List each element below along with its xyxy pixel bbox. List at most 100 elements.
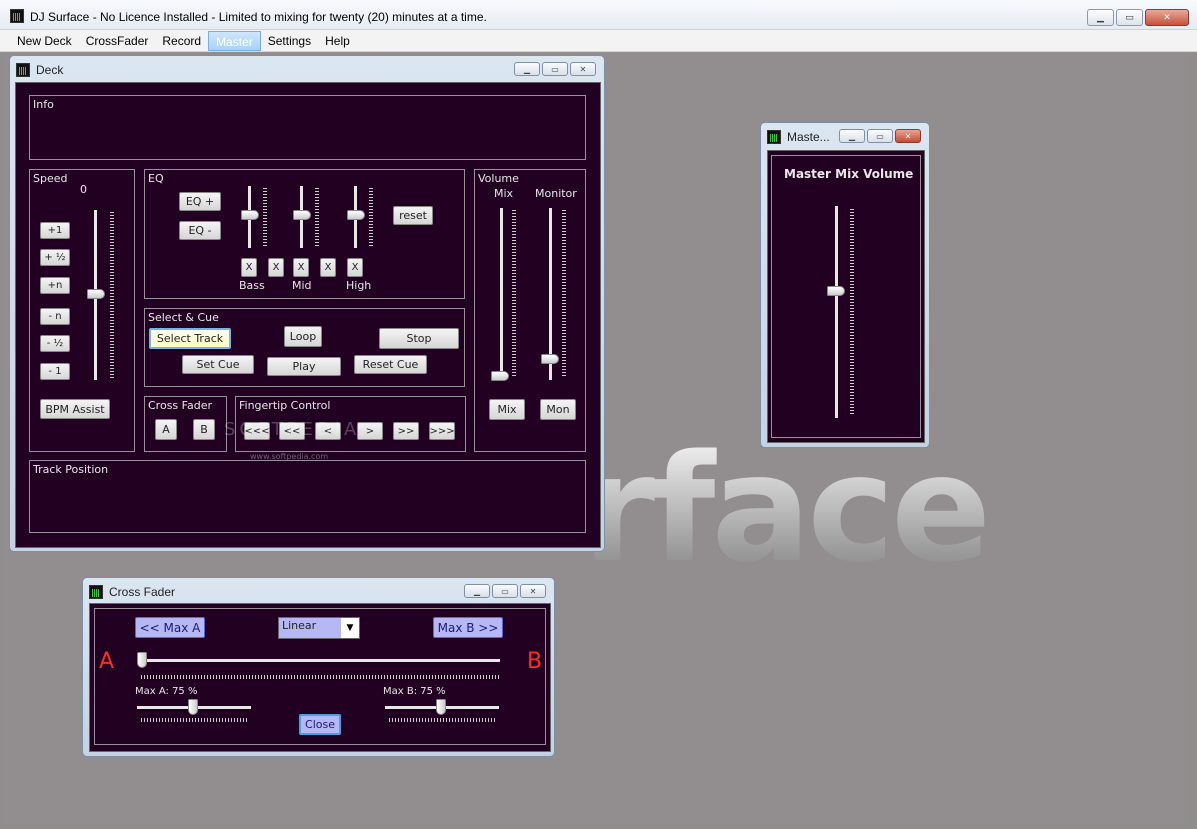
menu-help[interactable]: Help <box>318 31 357 51</box>
speed-minus-1-button[interactable]: - 1 <box>40 363 70 380</box>
fingertip-forward-fast-button[interactable]: >>> <box>429 422 455 440</box>
speed-slider-thumb[interactable] <box>87 289 105 299</box>
deck-app-icon <box>16 63 30 77</box>
max-b-slider-ticks <box>389 718 497 722</box>
crossfader-slider-ticks <box>141 675 499 679</box>
eq-bass-slider-thumb[interactable] <box>241 210 259 220</box>
speed-minus-n-button[interactable]: - n <box>40 308 70 325</box>
maximize-button[interactable]: ▭ <box>1116 9 1143 26</box>
select-cue-panel: Select & Cue Select Track Loop Stop Set … <box>144 308 465 387</box>
crossfader-slider-track[interactable] <box>137 659 500 662</box>
mix-volume-slider-thumb[interactable] <box>491 371 509 381</box>
deck-minimize-button[interactable]: ▁ <box>514 62 540 76</box>
master-title-text: Maste... <box>787 130 830 144</box>
fingertip-forward-slow-button[interactable]: > <box>357 422 383 440</box>
crossfader-body: << Max A Linear ▼ Max B >> A B Max A: 75… <box>89 603 551 752</box>
master-mix-volume-heading: Master Mix Volume <box>784 167 914 181</box>
info-label: Info <box>33 98 54 111</box>
eq-mid-label: Mid <box>292 279 312 292</box>
crossfader-close-button[interactable]: Close <box>299 714 341 735</box>
crossfader-letter-a: A <box>99 649 115 674</box>
speed-minus-half-button[interactable]: - ½ <box>40 335 70 352</box>
deck-close-button[interactable]: ✕ <box>570 62 596 76</box>
eq-mid-kill-button[interactable]: X <box>293 258 309 277</box>
background-logo: rface <box>582 423 991 595</box>
deck-maximize-button[interactable]: ▭ <box>542 62 568 76</box>
set-cue-button[interactable]: Set Cue <box>182 355 254 374</box>
eq-mid-slider-thumb[interactable] <box>293 210 311 220</box>
crossfader-close-window-button[interactable]: ✕ <box>520 584 546 598</box>
master-panel: Master Mix Volume <box>771 155 921 438</box>
minimize-button[interactable]: ▁ <box>1087 9 1114 26</box>
eq-high-label: High <box>346 279 372 292</box>
deck-crossfader-label: Cross Fader <box>148 399 212 412</box>
eq-reset-button[interactable]: reset <box>393 206 433 225</box>
menu-crossfader[interactable]: CrossFader <box>79 31 156 51</box>
max-b-slider-thumb[interactable] <box>436 699 446 715</box>
eq-bass-mid-kill-button[interactable]: X <box>268 258 284 277</box>
reset-cue-button[interactable]: Reset Cue <box>354 355 427 374</box>
max-a-slider-thumb[interactable] <box>188 699 198 715</box>
menu-new-deck[interactable]: New Deck <box>10 31 79 51</box>
play-button[interactable]: Play <box>267 357 341 376</box>
track-position-label: Track Position <box>33 463 109 476</box>
crossfader-maximize-button[interactable]: ▭ <box>492 584 518 598</box>
menu-settings[interactable]: Settings <box>261 31 318 51</box>
eq-plus-button[interactable]: EQ + <box>179 192 221 211</box>
master-minimize-button[interactable]: ▁ <box>839 129 865 143</box>
mix-button[interactable]: Mix <box>489 399 525 420</box>
master-close-button[interactable]: ✕ <box>895 129 921 143</box>
menu-record[interactable]: Record <box>155 31 208 51</box>
speed-value: 0 <box>80 183 87 196</box>
select-cue-label: Select & Cue <box>148 311 219 324</box>
eq-panel: EQ EQ + EQ - reset X X X X X Bass Mid Hi… <box>144 169 465 299</box>
close-button[interactable]: ✕ <box>1145 9 1189 26</box>
max-b-level-label: Max B: 75 % <box>383 686 446 697</box>
crossfader-minimize-button[interactable]: ▁ <box>464 584 490 598</box>
fingertip-forward-medium-button[interactable]: >> <box>393 422 419 440</box>
eq-label: EQ <box>148 172 164 185</box>
crossfader-a-button[interactable]: A <box>155 419 177 440</box>
master-body: Master Mix Volume <box>767 150 925 443</box>
stop-button[interactable]: Stop <box>379 328 459 349</box>
deck-body: Info Speed 0 +1 + ½ +n - n - ½ - 1 BPM A… <box>15 82 601 548</box>
select-track-button[interactable]: Select Track <box>149 328 231 349</box>
loop-button[interactable]: Loop <box>284 326 322 347</box>
menu-master[interactable]: Master <box>208 31 261 51</box>
track-position-panel: Track Position <box>29 460 586 533</box>
deck-title: Deck <box>16 61 63 79</box>
deck-window: Deck ▁ ▭ ✕ Info Speed 0 +1 + ½ +n - n - … <box>9 55 605 552</box>
monitor-label: Monitor <box>535 187 577 200</box>
mix-volume-slider-track[interactable] <box>500 208 503 380</box>
master-volume-slider-thumb[interactable] <box>827 286 845 296</box>
speed-plus-1-button[interactable]: +1 <box>40 222 70 239</box>
eq-high-slider-thumb[interactable] <box>347 210 365 220</box>
master-volume-slider-ticks <box>850 209 854 414</box>
master-maximize-button[interactable]: ▭ <box>867 129 893 143</box>
speed-plus-half-button[interactable]: + ½ <box>40 249 70 266</box>
eq-high-kill-button[interactable]: X <box>347 258 363 277</box>
crossfader-b-button[interactable]: B <box>193 419 215 440</box>
mon-button[interactable]: Mon <box>540 399 576 420</box>
eq-bass-kill-button[interactable]: X <box>241 258 257 277</box>
speed-plus-n-button[interactable]: +n <box>40 277 70 294</box>
monitor-volume-slider-thumb[interactable] <box>541 354 559 364</box>
master-volume-slider-track[interactable] <box>835 206 838 418</box>
mix-volume-slider-ticks <box>512 210 516 378</box>
crossfader-slider-thumb[interactable] <box>137 652 147 668</box>
eq-mid-high-kill-button[interactable]: X <box>320 258 336 277</box>
max-a-slider-ticks <box>141 718 249 722</box>
crossfader-window: Cross Fader ▁ ▭ ✕ << Max A Linear ▼ Max … <box>82 577 555 757</box>
eq-bass-slider-ticks <box>263 188 267 246</box>
master-window: Maste... ▁ ▭ ✕ Master Mix Volume <box>760 122 930 448</box>
crossfader-panel: << Max A Linear ▼ Max B >> A B Max A: 75… <box>94 608 546 745</box>
master-app-icon <box>767 130 781 144</box>
max-a-level-label: Max A: 75 % <box>135 686 198 697</box>
bpm-assist-button[interactable]: BPM Assist <box>40 399 110 419</box>
deck-crossfader-panel: Cross Fader A B <box>144 396 227 452</box>
speed-slider-ticks <box>110 212 114 378</box>
eq-minus-button[interactable]: EQ - <box>179 221 221 240</box>
fade-mode-select[interactable]: Linear ▼ <box>278 617 360 639</box>
max-a-button[interactable]: << Max A <box>135 617 205 638</box>
max-b-button[interactable]: Max B >> <box>433 617 503 638</box>
